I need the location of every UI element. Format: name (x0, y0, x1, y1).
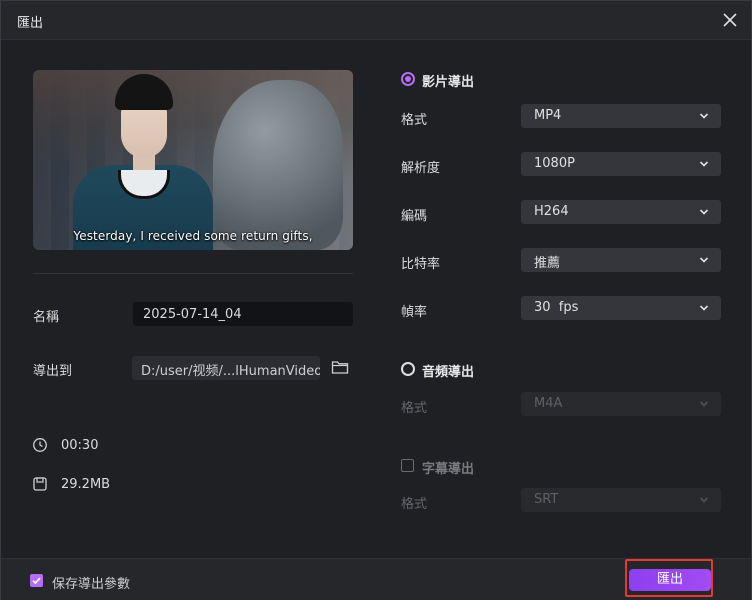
resolution-label: 解析度 (401, 161, 441, 176)
subtitle-export-heading: 字幕導出 (422, 462, 475, 477)
export-button[interactable]: 匯出 (629, 569, 711, 591)
close-button[interactable] (719, 9, 741, 31)
export-dialog: 匯出 Yesterday, I received some return gif… (0, 0, 752, 600)
subtitle-format-value: SRT (534, 492, 559, 507)
browse-folder-button[interactable] (331, 359, 349, 375)
subtitle-format-label: 格式 (401, 497, 428, 512)
dialog-title: 匯出 (17, 16, 44, 31)
title-bar: 匯出 (1, 1, 751, 40)
codec-select[interactable]: H264 (521, 200, 721, 224)
video-export-heading: 影片導出 (422, 75, 475, 90)
preview-statue (213, 80, 343, 250)
format-value: MP4 (534, 108, 562, 123)
codec-value: H264 (534, 204, 569, 219)
audio-format-value: M4A (534, 396, 563, 411)
close-icon (723, 13, 737, 27)
framerate-select[interactable]: 30 fps (521, 296, 721, 320)
bitrate-select[interactable]: 推薦 (521, 248, 721, 272)
framerate-label: 幀率 (401, 305, 428, 320)
save-params-label: 保存導出參數 (52, 577, 131, 592)
export-path-field[interactable]: D:/user/视频/...lHumanVideo (132, 356, 320, 380)
audio-format-select[interactable]: M4A (521, 392, 721, 416)
preview-subtitle: Yesterday, I received some return gifts, (73, 229, 313, 243)
chevron-down-icon (699, 209, 709, 215)
file-size-text: 29.2MB (61, 477, 111, 492)
bitrate-value: 推薦 (534, 256, 561, 271)
resolution-value: 1080P (534, 156, 575, 171)
chevron-down-icon (699, 305, 709, 311)
format-select[interactable]: MP4 (521, 104, 721, 128)
name-label: 名稱 (33, 310, 60, 325)
file-size-icon (33, 477, 47, 491)
name-input[interactable] (133, 302, 353, 326)
duration-text: 00:30 (61, 438, 99, 453)
codec-label: 編碼 (401, 209, 428, 224)
export-to-label: 導出到 (33, 364, 73, 379)
chevron-down-icon (699, 113, 709, 119)
chevron-down-icon (699, 401, 709, 407)
audio-export-heading: 音頻導出 (422, 365, 475, 380)
folder-icon (331, 361, 349, 374)
save-params-checkbox[interactable] (30, 574, 43, 587)
clock-icon (33, 438, 47, 452)
subtitle-format-select[interactable]: SRT (521, 488, 721, 512)
chevron-down-icon (699, 497, 709, 503)
bitrate-label: 比特率 (401, 257, 441, 272)
subtitle-export-checkbox[interactable] (401, 459, 414, 472)
framerate-value: 30 fps (534, 300, 579, 315)
format-label: 格式 (401, 113, 428, 128)
video-preview: Yesterday, I received some return gifts, (33, 70, 353, 250)
video-export-radio[interactable] (401, 72, 415, 86)
audio-export-radio[interactable] (401, 362, 415, 376)
chevron-down-icon (699, 257, 709, 263)
left-divider (33, 273, 353, 274)
checkmark-icon (32, 577, 41, 585)
dialog-footer: 保存導出參數 匯出 (1, 558, 751, 600)
audio-format-label: 格式 (401, 401, 428, 416)
resolution-select[interactable]: 1080P (521, 152, 721, 176)
chevron-down-icon (699, 161, 709, 167)
